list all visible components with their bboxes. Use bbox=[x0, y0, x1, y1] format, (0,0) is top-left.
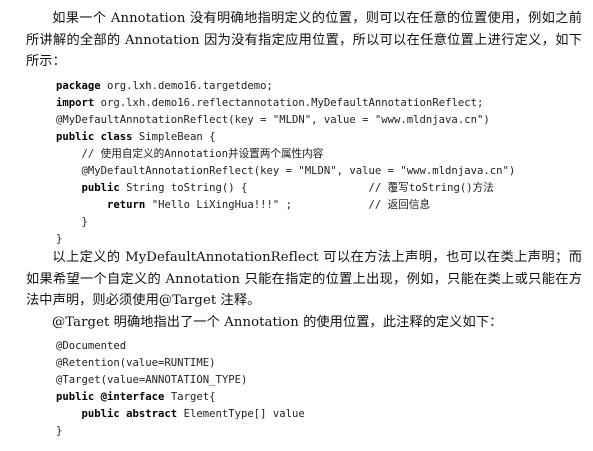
code-line: public class SimpleBean { bbox=[56, 129, 515, 146]
code-line: @Target(value=ANNOTATION_TYPE) bbox=[56, 372, 305, 389]
code-text: "Hello LiXingHua!!!" ; // 返回信息 bbox=[145, 199, 431, 211]
code-keyword: public abstract bbox=[81, 408, 178, 420]
paragraph-text: 如果一个 Annotation 没有明确地指明定义的位置，则可以在任意的位置使用… bbox=[26, 11, 582, 69]
code-line: } bbox=[56, 231, 515, 248]
code-line: public String toString() { // 覆写toString… bbox=[56, 180, 515, 197]
code-text: ElementType[] value bbox=[177, 408, 305, 420]
code-line: @MyDefaultAnnotationReflect(key = "MLDN"… bbox=[56, 163, 516, 180]
code-text: } bbox=[56, 216, 88, 228]
code-block-target-definition: @Documented @Retention(value=RUNTIME) @Tar… bbox=[56, 338, 305, 440]
paragraph-text: 以上定义的 MyDefaultAnnotationReflect 可以在方法上声… bbox=[26, 250, 582, 308]
code-keyword: return bbox=[107, 199, 146, 211]
code-line: } bbox=[56, 214, 515, 231]
code-text: @Documented bbox=[56, 340, 127, 352]
code-line: public @interface Target{ bbox=[56, 389, 305, 406]
document-page: 如果一个 Annotation 没有明确地指明定义的位置，则可以在任意的位置使用… bbox=[0, 0, 593, 451]
code-text: @Retention(value=RUNTIME) bbox=[56, 357, 216, 369]
code-text: @Target(value=ANNOTATION_TYPE) bbox=[56, 374, 248, 386]
code-keyword: package bbox=[56, 80, 101, 92]
code-keyword: public class bbox=[56, 131, 133, 143]
code-line: import org.lxh.demo16.reflectannotation.… bbox=[56, 95, 515, 112]
code-keyword: public @interface bbox=[56, 391, 165, 403]
code-line: @Retention(value=RUNTIME) bbox=[56, 355, 305, 372]
code-line: } bbox=[56, 423, 305, 440]
code-text: } bbox=[56, 425, 63, 437]
code-line: @MyDefaultAnnotationReflect(key = "MLDN"… bbox=[56, 112, 515, 129]
paragraph-target-definition-intro: @Target 明确地指出了一个 Annotation 的使用位置，此注释的定义… bbox=[26, 312, 582, 334]
paragraph-text: @Target 明确地指出了一个 Annotation 的使用位置，此注释的定义… bbox=[52, 315, 503, 330]
code-line: public abstract ElementType[] value bbox=[56, 406, 305, 423]
code-text: @MyDefaultAnnotationReflect(key = "MLDN"… bbox=[56, 165, 516, 177]
code-block-simplebean: package org.lxh.demo16.targetdemo; import… bbox=[56, 78, 515, 248]
code-text: @MyDefaultAnnotationReflect(key = "MLDN"… bbox=[56, 114, 490, 126]
paragraph-target-explanation: 以上定义的 MyDefaultAnnotationReflect 可以在方法上声… bbox=[26, 247, 582, 312]
code-text: String toString() { // 覆写toString()方法 bbox=[119, 182, 494, 194]
code-text: // 使用自定义的Annotation并设置两个属性内容 bbox=[56, 148, 324, 160]
code-text: org.lxh.demo16.targetdemo; bbox=[100, 80, 273, 92]
code-text: } bbox=[56, 233, 63, 245]
code-line: return "Hello LiXingHua!!!" ; // 返回信息 bbox=[56, 197, 515, 214]
code-keyword: public bbox=[81, 182, 120, 194]
code-keyword: import bbox=[56, 97, 95, 109]
code-line: // 使用自定义的Annotation并设置两个属性内容 bbox=[56, 146, 515, 163]
code-text: SimpleBean { bbox=[132, 131, 216, 143]
paragraph-annotation-usage: 如果一个 Annotation 没有明确地指明定义的位置，则可以在任意的位置使用… bbox=[26, 8, 582, 73]
code-text: Target{ bbox=[164, 391, 216, 403]
code-line: package org.lxh.demo16.targetdemo; bbox=[56, 78, 515, 95]
code-text: org.lxh.demo16.reflectannotation.MyDefau… bbox=[94, 97, 484, 109]
code-line: @Documented bbox=[56, 338, 305, 355]
